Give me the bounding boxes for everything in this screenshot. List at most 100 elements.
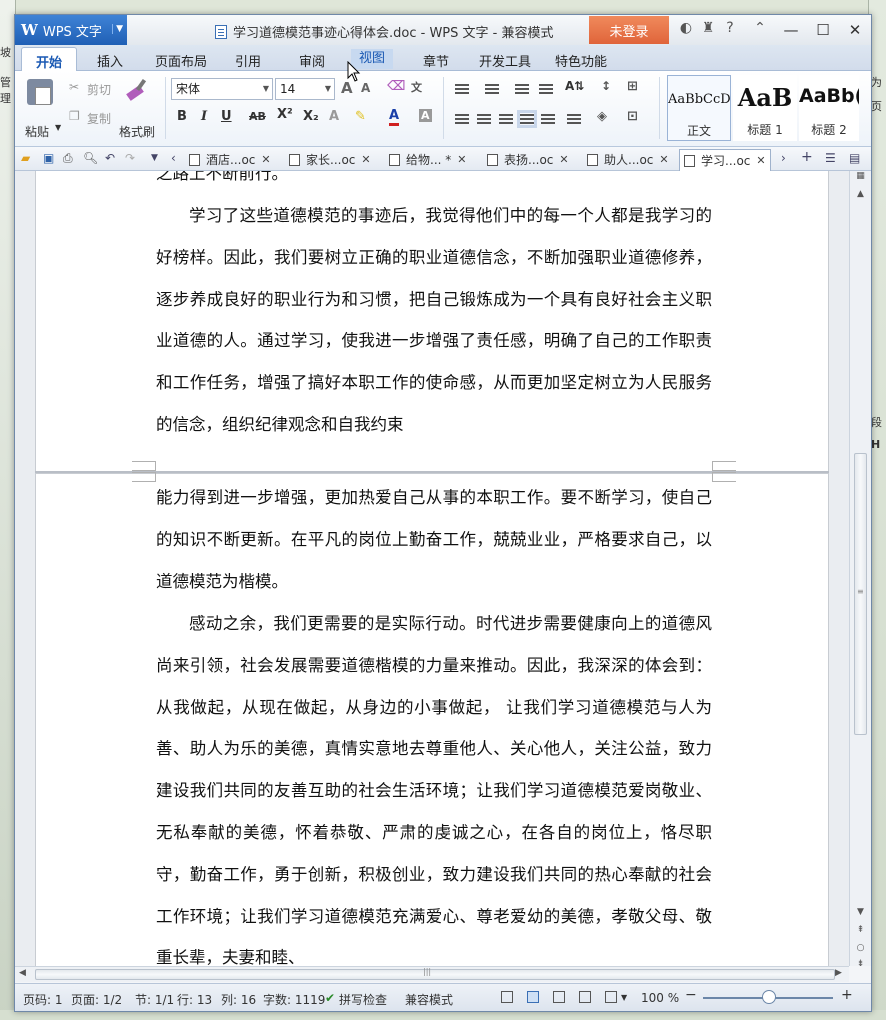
next-page-icon[interactable]: ⇟	[850, 959, 871, 969]
spell-check-button[interactable]: 拼写检查	[339, 991, 387, 1008]
scroll-tabs-left-icon[interactable]: ‹	[171, 151, 176, 165]
style-heading-1[interactable]: AaB 标题 1	[733, 75, 797, 141]
scroll-tabs-right-icon[interactable]: ›	[781, 151, 786, 165]
tab-developer[interactable]: 开发工具	[479, 51, 531, 70]
tab-references[interactable]: 引用	[235, 51, 261, 70]
full-screen-view-icon[interactable]	[501, 991, 513, 1003]
distribute-icon[interactable]	[541, 113, 555, 125]
increase-indent-icon[interactable]	[539, 83, 553, 95]
phonetic-guide-icon[interactable]: 文	[411, 79, 422, 95]
close-icon[interactable]: ✕	[361, 150, 370, 170]
char-shading-icon[interactable]: A	[419, 109, 432, 122]
outline-view-icon[interactable]	[553, 991, 565, 1003]
font-name-select[interactable]: 宋体 ▼	[171, 78, 273, 100]
zoom-level[interactable]: 100 %	[641, 991, 679, 1005]
borders-icon[interactable]: ⊡	[627, 109, 638, 124]
help-icon[interactable]: ?	[719, 20, 741, 36]
text-direction-icon[interactable]: A⇅	[565, 79, 584, 93]
maximize-button[interactable]: ☐	[807, 15, 839, 45]
page-view-icon[interactable]	[527, 991, 539, 1003]
zoom-out-icon[interactable]: −	[685, 987, 697, 1003]
page-1[interactable]: 之路上不断前行。 学习了这些道德模范的事迹后，我觉得他们中的每一个人都是我学习的…	[35, 171, 829, 471]
paste-button[interactable]: 粘贴	[25, 123, 49, 140]
undo-icon[interactable]: ↶	[105, 151, 115, 165]
format-painter-button[interactable]: 格式刷	[119, 123, 155, 140]
scroll-right-icon[interactable]: ▶	[835, 968, 842, 978]
chevron-down-icon[interactable]: ▼	[621, 993, 627, 1002]
collapse-ribbon-icon[interactable]: ⌃	[749, 20, 771, 36]
doc-tab[interactable]: 给物... * ✕	[389, 149, 466, 171]
decrease-indent-icon[interactable]	[515, 83, 529, 95]
tab-page-layout[interactable]: 页面布局	[155, 51, 207, 70]
bullet-list-icon[interactable]	[455, 83, 469, 95]
doc-tab[interactable]: 助人...oc ✕	[587, 149, 669, 171]
page-2[interactable]: 能力得到进一步增强，更加热爱自己从事的本职工作。要不断学习，使自己的知识不断更新…	[35, 472, 829, 966]
table-border-icon[interactable]: ⊞	[627, 79, 638, 94]
quick-access-menu-icon[interactable]: ▼	[151, 153, 158, 163]
print-preview-icon[interactable]: 🔍︎	[83, 151, 98, 165]
font-size-select[interactable]: 14 ▼	[275, 78, 335, 100]
copy-button[interactable]: 复制	[87, 110, 111, 127]
tab-settings-icon[interactable]: ▤	[849, 151, 860, 165]
close-icon[interactable]: ✕	[261, 150, 270, 170]
italic-icon[interactable]: I	[201, 109, 207, 124]
align-justify-icon[interactable]	[517, 110, 537, 128]
zoom-slider-thumb[interactable]	[762, 990, 776, 1004]
scroll-up-icon[interactable]: ▲	[850, 189, 871, 199]
horizontal-scrollbar[interactable]: ◀ ||| ▶	[15, 966, 849, 982]
shrink-font-icon[interactable]: A	[361, 81, 370, 95]
align-center-icon[interactable]	[477, 113, 491, 125]
strikethrough-icon[interactable]: AB	[249, 110, 266, 123]
login-button[interactable]: 未登录	[589, 16, 669, 44]
tab-list-icon[interactable]: ☰	[825, 151, 836, 165]
sort-icon[interactable]: ↕	[601, 79, 611, 93]
font-color-icon[interactable]: A	[389, 109, 400, 126]
save-icon[interactable]: ▣	[43, 151, 54, 165]
tab-insert[interactable]: 插入	[97, 51, 123, 70]
split-view-icon[interactable]: ▦	[850, 171, 871, 181]
style-normal[interactable]: AaBbCcD 正文	[667, 75, 731, 141]
paste-icon[interactable]	[27, 79, 53, 105]
line-spacing-icon[interactable]	[567, 113, 581, 125]
doc-tab[interactable]: 家长...oc ✕	[289, 149, 371, 171]
shirt-icon[interactable]: ♜	[697, 20, 719, 36]
format-painter-icon[interactable]	[123, 79, 149, 105]
align-left-icon[interactable]	[455, 113, 469, 125]
zoom-in-icon[interactable]: +	[841, 987, 853, 1003]
print-icon[interactable]: ⎙	[63, 151, 73, 166]
scrollbar-thumb[interactable]	[35, 969, 835, 980]
skin-icon[interactable]: ◐	[675, 20, 697, 36]
close-button[interactable]: ✕	[839, 15, 871, 45]
previous-page-icon[interactable]: ⇞	[850, 925, 871, 935]
scroll-left-icon[interactable]: ◀	[19, 968, 26, 978]
browse-object-icon[interactable]: ○	[850, 943, 871, 953]
app-menu-button[interactable]: W WPS 文字 ▼	[15, 15, 127, 45]
superscript-icon[interactable]: X²	[277, 107, 293, 122]
tab-review[interactable]: 审阅	[299, 51, 325, 70]
doc-tab[interactable]: 酒店...oc ✕	[189, 149, 271, 171]
close-icon[interactable]: ✕	[457, 150, 466, 170]
scroll-down-icon[interactable]: ▼	[850, 907, 871, 917]
web-view-icon[interactable]	[579, 991, 591, 1003]
subscript-icon[interactable]: X₂	[303, 109, 319, 124]
new-tab-icon[interactable]: +	[801, 149, 813, 165]
style-heading-2[interactable]: AaBb( 标题 2	[799, 75, 859, 141]
close-icon[interactable]: ✕	[756, 151, 765, 171]
cut-button[interactable]: 剪切	[87, 81, 111, 98]
align-right-icon[interactable]	[499, 113, 513, 125]
vertical-scrollbar[interactable]: ▦ ▲ ≡ ▼ ⇞ ○ ⇟	[849, 171, 871, 969]
bold-icon[interactable]: B	[177, 109, 187, 124]
status-word-count[interactable]: 字数: 1119	[263, 991, 325, 1008]
redo-icon[interactable]: ↷	[125, 151, 135, 165]
reading-view-icon[interactable]	[605, 991, 617, 1003]
open-icon[interactable]: ▰	[21, 151, 30, 165]
clear-format-icon[interactable]: ⌫	[387, 79, 405, 94]
font-effect-icon[interactable]: A	[329, 109, 339, 124]
tab-chapter[interactable]: 章节	[423, 51, 449, 70]
tab-special[interactable]: 特色功能	[555, 51, 607, 70]
highlight-icon[interactable]: ✎	[355, 109, 366, 124]
close-icon[interactable]: ✕	[559, 150, 568, 170]
chevron-down-icon[interactable]: ▼	[55, 123, 61, 132]
underline-icon[interactable]: U	[221, 109, 232, 124]
close-icon[interactable]: ✕	[659, 150, 668, 170]
